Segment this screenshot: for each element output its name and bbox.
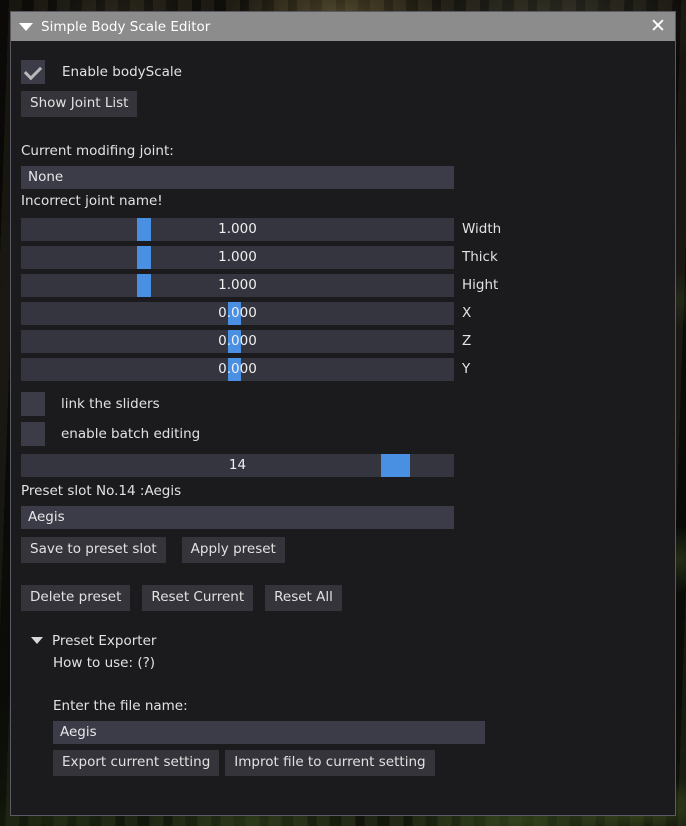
batch-editing-checkbox[interactable] [21, 421, 45, 446]
slider-row: 0.000 Z [21, 329, 665, 353]
preset-slot-label: Preset slot No.14 :Aegis [21, 482, 182, 499]
import-file-button[interactable]: Improt file to current setting [225, 749, 435, 776]
slider-value: 1.000 [218, 221, 257, 238]
export-current-setting-button[interactable]: Export current setting [53, 749, 220, 776]
window-title: Simple Body Scale Editor [41, 18, 211, 35]
slider-hight[interactable]: 1.000 [21, 273, 454, 297]
preset-name-value: Aegis [28, 509, 65, 526]
reset-all-button[interactable]: Reset All [265, 584, 342, 611]
slider-handle[interactable] [136, 217, 151, 241]
slider-label: X [462, 305, 472, 322]
slider-handle[interactable] [136, 245, 151, 269]
link-sliders-label: link the sliders [61, 395, 160, 412]
slider-width[interactable]: 1.000 [21, 217, 454, 241]
how-to-use-label[interactable]: How to use: (?) [53, 655, 665, 672]
enable-bodyscale-label: Enable bodyScale [62, 64, 182, 80]
file-name-input[interactable]: Aegis [53, 720, 485, 744]
slider-handle[interactable] [227, 329, 241, 353]
triangle-down-icon[interactable] [31, 637, 43, 645]
apply-preset-button[interactable]: Apply preset [181, 536, 285, 563]
enable-bodyscale-row[interactable]: Enable bodyScale [21, 59, 665, 85]
window-titlebar: Simple Body Scale Editor ✕ [11, 12, 675, 41]
batch-editing-row[interactable]: enable batch editing [21, 421, 665, 447]
current-joint-input[interactable]: None [21, 165, 454, 189]
slider-label: Y [462, 361, 471, 378]
slider-handle[interactable] [227, 301, 241, 325]
slider-row: 1.000 Hight [21, 273, 665, 297]
slider-label: Width [462, 221, 502, 238]
show-joint-list-row: Show Joint List [21, 91, 665, 118]
slider-label: Hight [462, 277, 499, 294]
reset-current-button[interactable]: Reset Current [142, 584, 254, 611]
slider-row: 1.000 Thick [21, 245, 665, 269]
reset-actions-row: Delete preset Reset Current Reset All [21, 584, 665, 611]
enable-bodyscale-checkbox[interactable] [21, 60, 45, 84]
preset-slot-slider[interactable]: 14 [21, 453, 454, 477]
scale-slider-list: 1.000 Width 1.000 Thick 1.000 Hight 0.000 X 0.00… [21, 217, 665, 381]
slider-thick[interactable]: 1.000 [21, 245, 454, 269]
exporter-actions-row: Export current setting Improt file to cu… [53, 749, 665, 776]
preset-name-input[interactable]: Aegis [21, 505, 454, 529]
link-sliders-checkbox[interactable] [21, 391, 45, 416]
slider-z[interactable]: 0.000 [21, 329, 454, 353]
slider-row: 0.000 X [21, 301, 665, 325]
simple-body-scale-editor-window: Simple Body Scale Editor ✕ Enable bodySc… [10, 11, 676, 816]
delete-preset-button[interactable]: Delete preset [21, 584, 131, 611]
slider-value: 1.000 [218, 249, 257, 266]
preset-exporter-foldout[interactable]: Preset Exporter [21, 633, 665, 649]
current-joint-value: None [28, 169, 64, 186]
preset-slot-slider-handle[interactable] [380, 453, 410, 477]
slider-x[interactable]: 0.000 [21, 301, 454, 325]
current-joint-label: Current modifing joint: [21, 143, 174, 160]
slider-value: 1.000 [218, 277, 257, 294]
window-body: Enable bodyScale Show Joint List Current… [11, 41, 675, 815]
slider-row: 0.000 Y [21, 357, 665, 381]
slider-label: Z [462, 333, 472, 350]
show-joint-list-button[interactable]: Show Joint List [21, 91, 138, 118]
slider-handle[interactable] [227, 357, 241, 381]
batch-editing-label: enable batch editing [61, 425, 201, 442]
triangle-down-icon[interactable] [19, 22, 33, 31]
file-name-value: Aegis [60, 724, 97, 741]
link-sliders-row[interactable]: link the sliders [21, 391, 665, 417]
file-name-label: Enter the file name: [53, 697, 188, 714]
slider-row: 1.000 Width [21, 217, 665, 241]
preset-actions-row: Save to preset slot Apply preset [21, 536, 665, 563]
close-icon[interactable]: ✕ [647, 16, 669, 38]
save-to-preset-slot-button[interactable]: Save to preset slot [21, 536, 166, 563]
slider-label: Thick [462, 249, 498, 266]
slider-handle[interactable] [136, 273, 151, 297]
incorrect-joint-warning: Incorrect joint name! [21, 192, 163, 209]
slider-y[interactable]: 0.000 [21, 357, 454, 381]
preset-exporter-title: Preset Exporter [52, 632, 157, 649]
